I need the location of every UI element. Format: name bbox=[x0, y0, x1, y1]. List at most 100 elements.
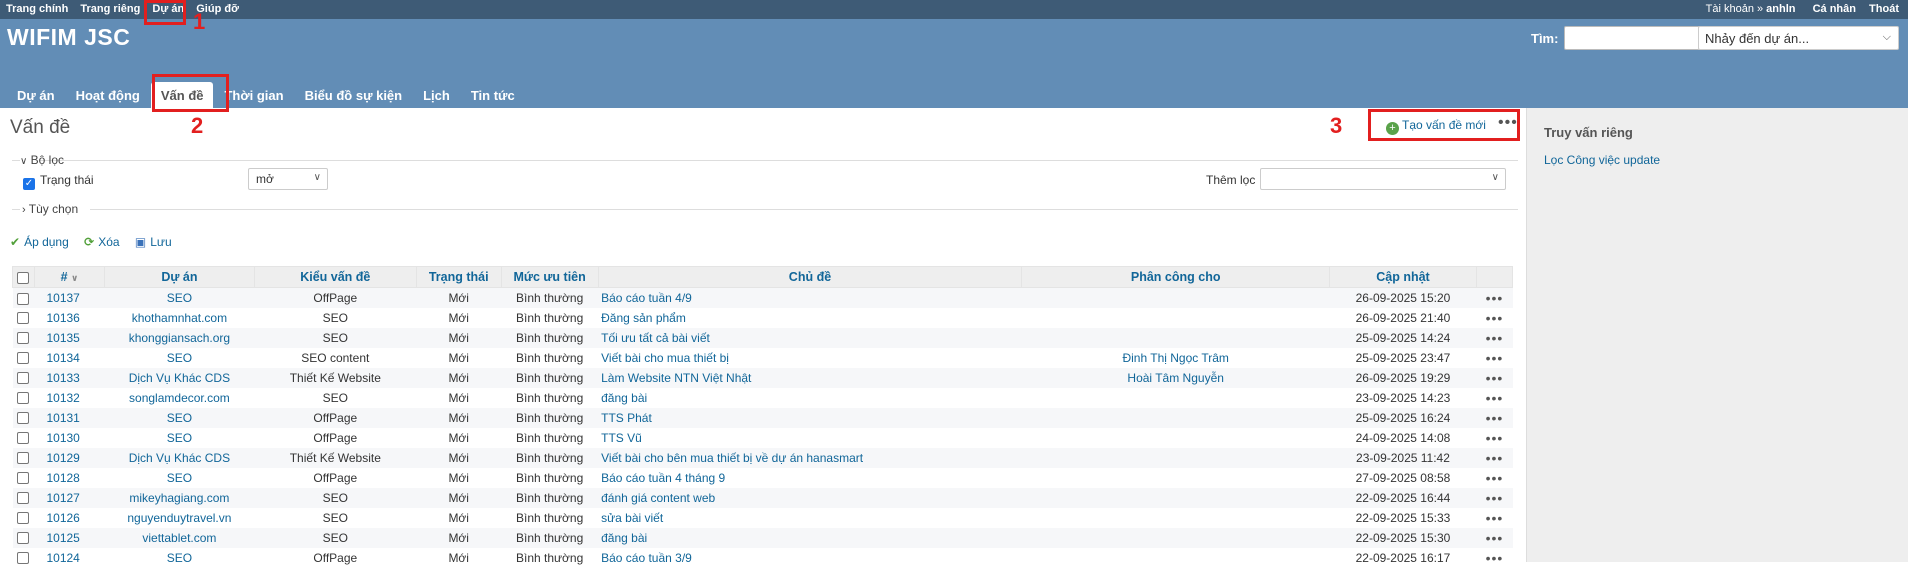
cell-id[interactable]: 10131 bbox=[34, 407, 105, 428]
table-row[interactable]: 10131 SEO OffPage Mới Bình thường TTS Phát 25-… bbox=[12, 407, 1513, 428]
cell-assignee[interactable] bbox=[1021, 547, 1330, 568]
cell-subject[interactable]: sửa bài viết bbox=[598, 507, 1022, 528]
column-assignee[interactable]: Phân công cho bbox=[1021, 266, 1331, 288]
cell-assignee[interactable] bbox=[1021, 427, 1330, 448]
column-subject[interactable]: Chủ đề bbox=[597, 266, 1023, 288]
tab-projects[interactable]: Dự án bbox=[7, 82, 65, 108]
status-operator-select[interactable]: mở ∨ bbox=[248, 168, 328, 190]
table-row[interactable]: 10126 nguyenduytravel.vn SEO Mới Bình thường… bbox=[12, 507, 1513, 528]
options-toggle[interactable]: › Tùy chọn bbox=[22, 202, 78, 216]
row-actions-icon[interactable]: ••• bbox=[1476, 487, 1513, 508]
row-checkbox[interactable] bbox=[17, 352, 30, 365]
cell-id[interactable]: 10129 bbox=[34, 447, 105, 468]
cell-assignee[interactable] bbox=[1021, 447, 1330, 468]
cell-assignee[interactable]: Đinh Thị Ngọc Trâm bbox=[1021, 347, 1330, 368]
row-checkbox[interactable] bbox=[17, 452, 30, 465]
row-actions-icon[interactable]: ••• bbox=[1476, 527, 1513, 548]
table-row[interactable]: 10125 viettablet.com SEO Mới Bình thường đăng… bbox=[12, 527, 1513, 548]
cell-project[interactable]: Dịch Vụ Khác CDS bbox=[104, 367, 255, 388]
apply-button[interactable]: ✔ Áp dụng bbox=[10, 235, 69, 249]
row-checkbox[interactable] bbox=[17, 392, 30, 405]
table-row[interactable]: 10130 SEO OffPage Mới Bình thường TTS Vũ 24-09… bbox=[12, 427, 1513, 448]
select-all-checkbox[interactable] bbox=[17, 271, 30, 284]
logout-link[interactable]: Thoát bbox=[1869, 3, 1899, 15]
table-row[interactable]: 10135 khonggiansach.org SEO Mới Bình thường T… bbox=[12, 327, 1513, 348]
cell-assignee[interactable] bbox=[1021, 327, 1330, 348]
column-tracker[interactable]: Kiểu vấn đề bbox=[253, 266, 417, 288]
tab-activity[interactable]: Hoạt động bbox=[66, 82, 150, 108]
cell-assignee[interactable] bbox=[1021, 287, 1330, 308]
cell-project[interactable]: Dịch Vụ Khác CDS bbox=[104, 447, 255, 468]
cell-project[interactable]: SEO bbox=[104, 467, 255, 488]
cell-assignee[interactable] bbox=[1021, 467, 1330, 488]
row-checkbox[interactable] bbox=[17, 412, 30, 425]
cell-id[interactable]: 10137 bbox=[34, 287, 105, 308]
cell-assignee[interactable] bbox=[1021, 487, 1330, 508]
row-checkbox[interactable] bbox=[17, 532, 30, 545]
row-checkbox[interactable] bbox=[17, 292, 30, 305]
cell-project[interactable]: SEO bbox=[104, 407, 255, 428]
cell-subject[interactable]: Làm Website NTN Việt Nhật bbox=[598, 367, 1022, 388]
cell-id[interactable]: 10124 bbox=[34, 547, 105, 568]
cell-project[interactable]: khonggiansach.org bbox=[104, 327, 255, 348]
cell-subject[interactable]: Báo cáo tuần 4/9 bbox=[598, 287, 1022, 308]
row-actions-icon[interactable]: ••• bbox=[1476, 347, 1513, 368]
table-row[interactable]: 10127 mikeyhagiang.com SEO Mới Bình thường đá… bbox=[12, 487, 1513, 508]
cell-subject[interactable]: đăng bài bbox=[598, 527, 1022, 548]
project-jump-select[interactable]: Nhảy đến dự án... ⌵ bbox=[1698, 26, 1899, 50]
cell-assignee[interactable] bbox=[1021, 307, 1330, 328]
row-checkbox[interactable] bbox=[17, 492, 30, 505]
cell-subject[interactable]: đánh giá content web bbox=[598, 487, 1022, 508]
cell-id[interactable]: 10130 bbox=[34, 427, 105, 448]
clear-button[interactable]: ⟳ Xóa bbox=[84, 235, 119, 249]
cell-id[interactable]: 10134 bbox=[34, 347, 105, 368]
cell-project[interactable]: khothamnhat.com bbox=[104, 307, 255, 328]
cell-id[interactable]: 10132 bbox=[34, 387, 105, 408]
row-actions-icon[interactable]: ••• bbox=[1476, 547, 1513, 568]
cell-project[interactable]: SEO bbox=[104, 347, 255, 368]
table-row[interactable]: 10137 SEO OffPage Mới Bình thường Báo cáo tuầ… bbox=[12, 287, 1513, 308]
row-checkbox[interactable] bbox=[17, 332, 30, 345]
row-actions-icon[interactable]: ••• bbox=[1476, 467, 1513, 488]
tab-calendar[interactable]: Lịch bbox=[413, 82, 460, 108]
cell-assignee[interactable] bbox=[1021, 407, 1330, 428]
add-filter-select[interactable]: ∨ bbox=[1260, 168, 1506, 190]
column-status[interactable]: Trạng thái bbox=[415, 266, 502, 288]
status-filter-checkbox[interactable]: ✓ bbox=[23, 178, 35, 190]
table-row[interactable]: 10124 SEO OffPage Mới Bình thường Báo cáo tuầ… bbox=[12, 547, 1513, 568]
cell-id[interactable]: 10128 bbox=[34, 467, 105, 488]
cell-subject[interactable]: đăng bài bbox=[598, 387, 1022, 408]
cell-project[interactable]: songlamdecor.com bbox=[104, 387, 255, 408]
cell-subject[interactable]: Viết bài cho mua thiết bị bbox=[598, 347, 1022, 368]
table-row[interactable]: 10133 Dịch Vụ Khác CDS Thiết Kế Website Mới… bbox=[12, 367, 1513, 388]
cell-id[interactable]: 10135 bbox=[34, 327, 105, 348]
table-row[interactable]: 10132 songlamdecor.com SEO Mới Bình thường đă… bbox=[12, 387, 1513, 408]
column-updated[interactable]: Cập nhật bbox=[1329, 266, 1477, 288]
column-project[interactable]: Dự án bbox=[103, 266, 255, 288]
tab-gantt[interactable]: Biểu đồ sự kiện bbox=[295, 82, 413, 108]
row-actions-icon[interactable]: ••• bbox=[1476, 287, 1513, 308]
row-actions-icon[interactable]: ••• bbox=[1476, 507, 1513, 528]
personal-link[interactable]: Cá nhân bbox=[1813, 3, 1856, 15]
cell-subject[interactable]: Báo cáo tuần 3/9 bbox=[598, 547, 1022, 568]
cell-subject[interactable]: TTS Phát bbox=[598, 407, 1022, 428]
table-row[interactable]: 10128 SEO OffPage Mới Bình thường Báo cáo tuầ… bbox=[12, 467, 1513, 488]
top-menu-my-page[interactable]: Trang riêng bbox=[80, 3, 140, 15]
cell-id[interactable]: 10127 bbox=[34, 487, 105, 508]
row-checkbox[interactable] bbox=[17, 512, 30, 525]
row-checkbox[interactable] bbox=[17, 372, 30, 385]
cell-project[interactable]: SEO bbox=[104, 427, 255, 448]
column-priority[interactable]: Mức ưu tiên bbox=[500, 266, 599, 288]
cell-project[interactable]: viettablet.com bbox=[104, 527, 255, 548]
cell-project[interactable]: mikeyhagiang.com bbox=[104, 487, 255, 508]
row-actions-icon[interactable]: ••• bbox=[1476, 367, 1513, 388]
cell-project[interactable]: nguyenduytravel.vn bbox=[104, 507, 255, 528]
row-actions-icon[interactable]: ••• bbox=[1476, 407, 1513, 428]
cell-assignee[interactable] bbox=[1021, 387, 1330, 408]
cell-assignee[interactable]: Hoài Tâm Nguyễn bbox=[1021, 367, 1330, 388]
cell-project[interactable]: SEO bbox=[104, 547, 255, 568]
row-actions-icon[interactable]: ••• bbox=[1476, 447, 1513, 468]
cell-id[interactable]: 10136 bbox=[34, 307, 105, 328]
account-user-link[interactable]: anhln bbox=[1766, 3, 1795, 15]
tab-news[interactable]: Tin tức bbox=[461, 82, 525, 108]
